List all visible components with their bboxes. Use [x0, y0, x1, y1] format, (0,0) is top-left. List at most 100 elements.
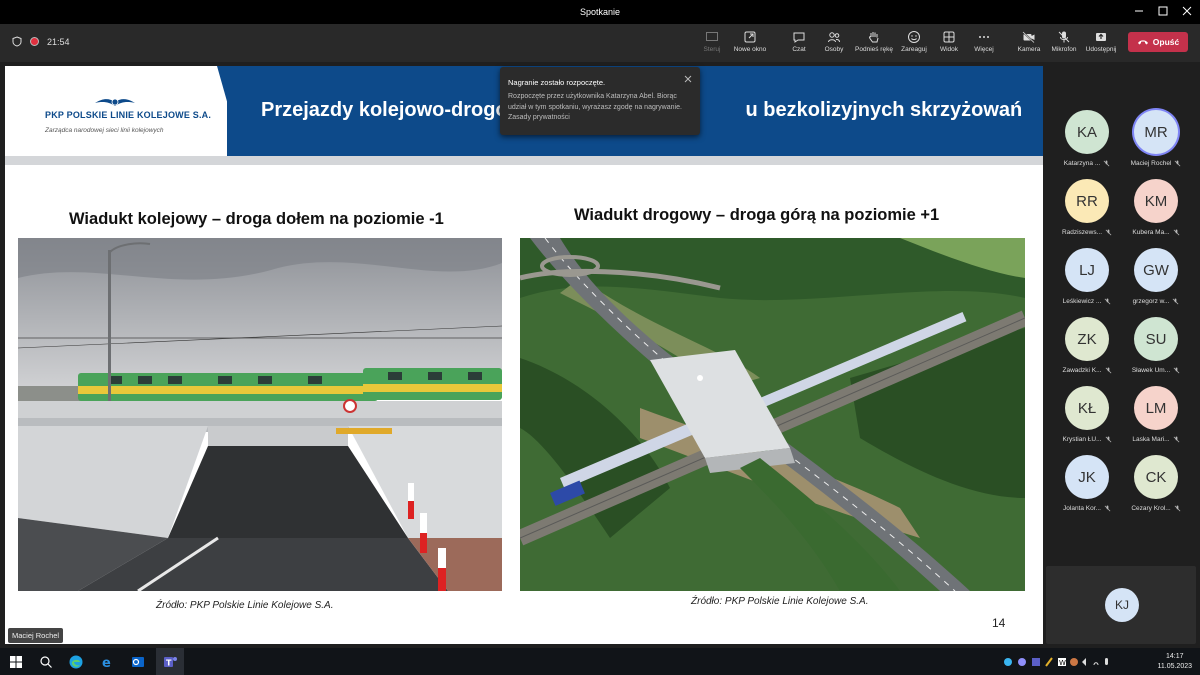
muted-mic-icon	[1174, 505, 1181, 512]
new-window-button[interactable]: Nowe okno	[728, 30, 772, 53]
participant-tile[interactable]: GW grzegorz w...	[1121, 248, 1191, 305]
left-heading: Wiadukt kolejowy – droga dołem na poziom…	[69, 210, 444, 228]
participant-tile[interactable]: LJ Leśkiewicz ...	[1052, 248, 1122, 305]
share-screen-icon	[706, 32, 718, 41]
meeting-timer: 21:54	[47, 36, 70, 47]
participant-avatar: KŁ	[1065, 386, 1109, 430]
muted-mic-icon	[1105, 367, 1111, 374]
pkp-emblem-icon	[95, 98, 135, 106]
search-icon[interactable]	[38, 654, 54, 670]
participant-avatar: ZK	[1065, 317, 1109, 361]
self-avatar: KJ	[1105, 588, 1139, 622]
grid-icon	[943, 31, 955, 43]
participant-name-row: Krystian ŁU...	[1052, 436, 1122, 443]
participant-avatar: JK	[1065, 455, 1109, 499]
phone-hangup-icon	[1137, 40, 1148, 45]
participant-avatar: KA	[1065, 110, 1109, 154]
notification-title: Nagranie zostało rozpoczęte.	[508, 78, 606, 87]
camera-off-icon	[1022, 31, 1035, 44]
participant-name: Krystian ŁU...	[1062, 436, 1102, 443]
svg-text:W: W	[1059, 659, 1066, 667]
muted-mic-icon	[1104, 298, 1111, 305]
title-bar: Spotkanie	[0, 0, 1200, 24]
meeting-status: 21:54	[12, 36, 70, 47]
participant-name: Zawadzki K...	[1062, 367, 1102, 374]
road-viaduct-photo	[520, 238, 1025, 591]
participant-tile[interactable]: KM Kubera Ma...	[1121, 179, 1191, 236]
share-button[interactable]: Udostępnij	[1079, 30, 1123, 53]
share-tray-icon	[1096, 33, 1106, 41]
participant-name: Jolanta Kor...	[1063, 505, 1101, 512]
participant-name-row: Leśkiewicz ...	[1052, 298, 1122, 305]
close-icon[interactable]	[1180, 4, 1194, 18]
participant-avatar: LJ	[1065, 248, 1109, 292]
taskbar-clock[interactable]: 14:17 11.05.2023	[1157, 652, 1192, 672]
leave-button[interactable]: Opuść	[1128, 32, 1188, 52]
muted-mic-icon	[1173, 298, 1179, 305]
company-tagline: Zarządca narodowej sieci linii kolejowyc…	[45, 127, 164, 134]
people-button[interactable]: Osoby	[812, 30, 856, 53]
more-button[interactable]: Więcej	[962, 30, 1006, 53]
participant-name: Laska Mari...	[1132, 436, 1170, 443]
participant-tile[interactable]: KA Katarzyna ...	[1052, 110, 1122, 167]
right-heading: Wiadukt drogowy – droga górą na poziomie…	[574, 206, 940, 224]
railway-viaduct-photo	[18, 238, 502, 591]
svg-text:T: T	[166, 659, 172, 668]
windows-start-icon[interactable]	[8, 654, 24, 670]
participant-name: Katarzyna ...	[1063, 160, 1101, 167]
meeting-toolbar: 21:54 Steruj Nowe okno Czat Osoby Podnie…	[0, 24, 1200, 62]
participant-name-row: Jolanta Kor...	[1052, 505, 1122, 512]
muted-mic-icon	[1173, 229, 1179, 236]
muted-mic-icon	[1173, 436, 1179, 443]
right-photo-source: Źródło: PKP Polskie Linie Kolejowe S.A.	[691, 596, 869, 607]
presentation-slide: PKP POLSKIE LINIE KOLEJOWE S.A. Zarządca…	[5, 66, 1043, 644]
windows-taskbar: e T W 14:17 11.05.2023	[0, 648, 1200, 675]
participant-name: Sławek Um...	[1131, 367, 1171, 374]
minimize-icon[interactable]	[1132, 4, 1146, 18]
participant-name-row: Laska Mari...	[1121, 436, 1191, 443]
participant-tile[interactable]: ZK Zawadzki K...	[1052, 317, 1122, 374]
participant-tile[interactable]: MR Maciej Rochel	[1121, 110, 1191, 167]
participant-name-row: Maciej Rochel	[1121, 160, 1191, 167]
participant-tile[interactable]: JK Jolanta Kor...	[1052, 455, 1122, 512]
participant-tile[interactable]: KŁ Krystian ŁU...	[1052, 386, 1122, 443]
system-tray-icons[interactable]: W	[1002, 654, 1112, 670]
muted-mic-icon	[1173, 367, 1180, 374]
company-logo-text: PKP POLSKIE LINIE KOLEJOWE S.A.	[45, 110, 212, 120]
muted-mic-icon	[1104, 505, 1111, 512]
shield-icon[interactable]	[12, 36, 22, 47]
outlook-icon[interactable]	[130, 654, 146, 670]
presenter-name-chip: Maciej Rochel	[8, 628, 64, 643]
new-window-icon	[744, 31, 756, 43]
participant-name-row: grzegorz w...	[1121, 298, 1191, 305]
participant-tile[interactable]: SU Sławek Um...	[1121, 317, 1191, 374]
header-underline	[5, 156, 1043, 165]
participant-name-row: Zawadzki K...	[1052, 367, 1122, 374]
shared-content-stage: PKP POLSKIE LINIE KOLEJOWE S.A. Zarządca…	[0, 62, 1045, 648]
participant-name: grzegorz w...	[1132, 298, 1170, 305]
maximize-icon[interactable]	[1156, 4, 1170, 18]
muted-mic-icon	[1105, 229, 1112, 236]
more-icon	[979, 36, 989, 38]
internet-explorer-icon[interactable]: e	[99, 654, 115, 670]
participant-tile[interactable]: LM Laska Mari...	[1121, 386, 1191, 443]
edge-browser-icon[interactable]	[68, 654, 84, 670]
participant-avatar: MR	[1134, 110, 1178, 154]
participant-name: Kubera Ma...	[1132, 229, 1170, 236]
teams-icon[interactable]: T	[162, 654, 178, 670]
svg-text:e: e	[102, 656, 111, 670]
recording-icon	[30, 37, 39, 46]
smiley-icon	[908, 31, 920, 43]
participant-avatar: KM	[1134, 179, 1178, 223]
participant-tile[interactable]: RR Radziszews...	[1052, 179, 1122, 236]
participant-name-row: Katarzyna ...	[1052, 160, 1122, 167]
close-notification-icon[interactable]	[684, 75, 692, 83]
participant-avatar: SU	[1134, 317, 1178, 361]
participant-name: Maciej Rochel	[1130, 160, 1172, 167]
participant-tile[interactable]: CK Cezary Krol...	[1121, 455, 1191, 512]
people-icon	[828, 32, 840, 43]
muted-mic-icon	[1175, 160, 1181, 167]
raise-hand-button[interactable]: Podnieś rękę	[852, 30, 896, 53]
participant-name: Radziszews...	[1061, 229, 1103, 236]
muted-mic-icon	[1103, 160, 1110, 167]
